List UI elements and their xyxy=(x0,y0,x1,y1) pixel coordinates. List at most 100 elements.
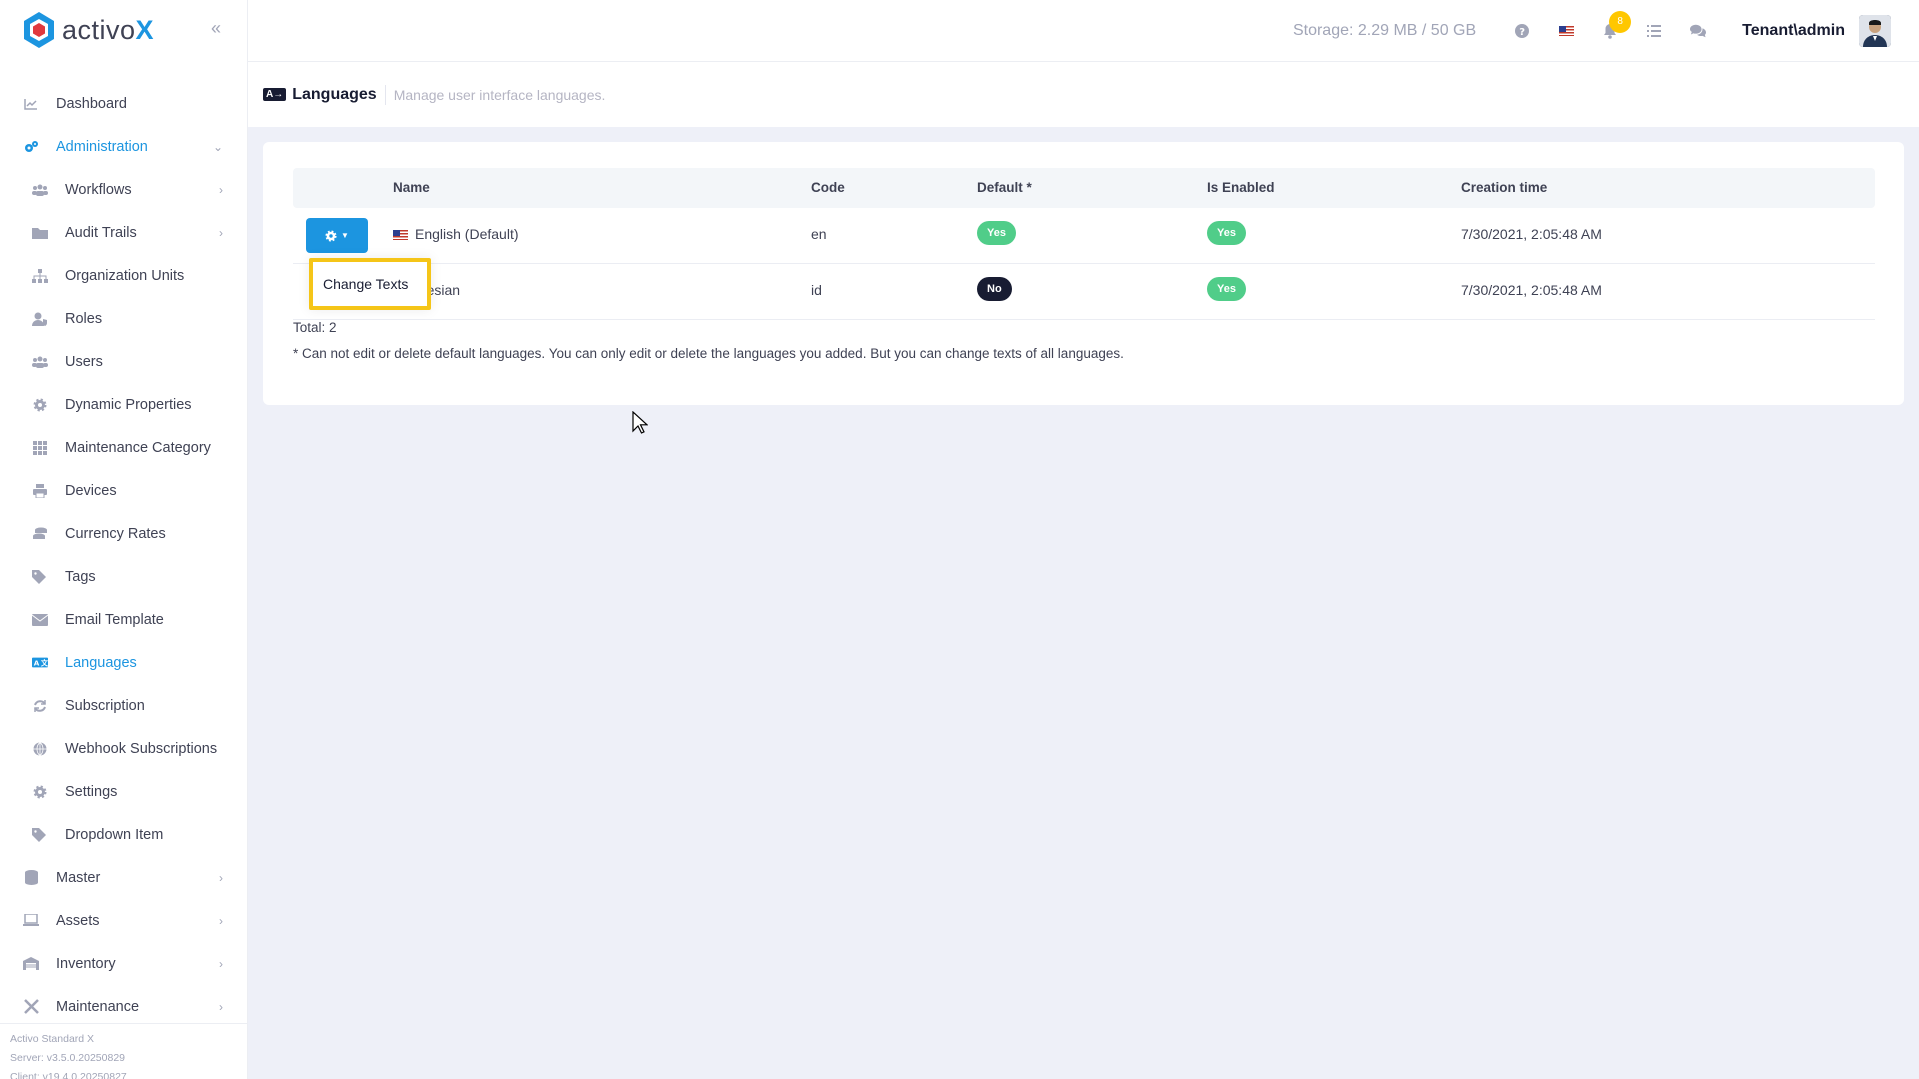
default-badge: Yes xyxy=(977,221,1016,245)
language-flag-icon[interactable] xyxy=(1558,23,1574,39)
sidebar-item-audit-trails[interactable]: Audit Trails › xyxy=(0,211,247,254)
change-texts-menu-item[interactable]: Change Texts xyxy=(323,276,408,292)
page-title-text: Languages xyxy=(292,85,377,103)
activo-logo-icon xyxy=(24,12,54,48)
caret-down-icon: ▼ xyxy=(341,231,349,240)
sidebar-item-master[interactable]: Master › xyxy=(0,856,247,899)
sidebar-item-roles[interactable]: Roles xyxy=(0,297,247,340)
divider xyxy=(384,84,386,105)
sidebar-item-settings[interactable]: Settings xyxy=(0,770,247,813)
column-header-name[interactable]: Name xyxy=(393,180,430,195)
page-title: A→ Languages xyxy=(263,86,377,104)
sidebar-item-inventory[interactable]: Inventory › xyxy=(0,942,247,985)
bell-icon[interactable]: 8 xyxy=(1602,10,1632,39)
sidebar-item-label: Dashboard xyxy=(56,95,127,112)
sidebar-item-organization-units[interactable]: Organization Units xyxy=(0,254,247,297)
sidebar-item-dropdown-item[interactable]: Dropdown Item xyxy=(0,813,247,856)
gear-icon xyxy=(32,397,48,413)
table-row: onesian id No Yes 7/30/2021, 2:05:48 AM xyxy=(293,264,1875,320)
creation-time-cell: 7/30/2021, 2:05:48 AM xyxy=(1461,282,1602,298)
svg-text:A: A xyxy=(34,659,40,668)
sidebar-item-label: Master xyxy=(56,869,101,886)
default-badge: No xyxy=(977,277,1012,301)
subheader: A→ Languages Manage user interface langu… xyxy=(248,62,1919,127)
sidebar-item-subscription[interactable]: Subscription xyxy=(0,684,247,727)
sidebar-item-dashboard[interactable]: Dashboard xyxy=(0,82,247,125)
sidebar-item-workflows[interactable]: Workflows › xyxy=(0,168,247,211)
avatar[interactable] xyxy=(1859,14,1891,47)
enabled-badge: Yes xyxy=(1207,277,1246,301)
column-header-code[interactable]: Code xyxy=(811,180,845,195)
column-header-creation-time[interactable]: Creation time xyxy=(1461,180,1547,195)
us-flag-icon xyxy=(393,230,408,241)
user-menu[interactable]: Tenant\admin xyxy=(1742,22,1845,40)
gear-icon xyxy=(325,229,337,242)
chevron-right-icon: › xyxy=(219,956,223,971)
tags-icon xyxy=(32,569,48,585)
sidebar-item-label: Audit Trails xyxy=(65,224,137,241)
sidebar-item-label: Roles xyxy=(65,310,103,327)
sidebar-item-label: Subscription xyxy=(65,697,145,714)
column-header-is-enabled[interactable]: Is Enabled xyxy=(1207,180,1275,195)
sidebar-item-label: Assets xyxy=(56,912,100,929)
chevron-right-icon: › xyxy=(219,870,223,885)
laptop-icon xyxy=(23,913,39,929)
server-version: Server: v3.5.0.20250829 xyxy=(10,1052,125,1064)
user-shield-icon xyxy=(32,311,48,327)
language-code-cell: en xyxy=(811,226,827,242)
sidebar-item-label: Settings xyxy=(65,783,118,800)
brand[interactable]: activoX « xyxy=(0,0,247,60)
chart-icon xyxy=(23,96,39,112)
sidebar-item-devices[interactable]: Devices xyxy=(0,469,247,512)
list-icon[interactable] xyxy=(1646,23,1662,39)
sidebar-item-webhook-subscriptions[interactable]: Webhook Subscriptions xyxy=(0,727,247,770)
sidebar-item-users[interactable]: Users xyxy=(0,340,247,383)
sidebar-item-maintenance[interactable]: Maintenance › xyxy=(0,985,247,1028)
sidebar-item-label: Maintenance Category xyxy=(65,439,211,456)
sidebar-item-maintenance-category[interactable]: Maintenance Category xyxy=(0,426,247,469)
table-row: ▼ English (Default) en Yes Yes 7/30/2021… xyxy=(293,208,1875,264)
sidebar-item-label: Maintenance xyxy=(56,998,140,1015)
product-name: Activo Standard X xyxy=(10,1033,95,1045)
brand-name: activoX xyxy=(62,14,155,45)
printer-icon xyxy=(32,483,48,499)
topbar: Storage: 2.29 MB / 50 GB ? 8 Tenant\admi… xyxy=(248,0,1919,62)
help-icon[interactable]: ? xyxy=(1514,23,1530,39)
table-header: Name Code Default * Is Enabled Creation … xyxy=(293,168,1875,208)
collapse-sidebar-icon[interactable]: « xyxy=(211,18,221,39)
chat-icon[interactable] xyxy=(1690,23,1707,39)
sidebar-item-label: Tags xyxy=(65,568,96,585)
tools-icon xyxy=(23,999,39,1015)
sidebar-item-tags[interactable]: Tags xyxy=(0,555,247,598)
version-info: Activo Standard X Server: v3.5.0.2025082… xyxy=(0,1023,247,1079)
sidebar-nav: Dashboard Administration ⌄ Workflows › A… xyxy=(0,60,247,1028)
language-icon: A文 xyxy=(32,655,48,671)
sidebar-item-currency-rates[interactable]: Currency Rates xyxy=(0,512,247,555)
sidebar-item-label: Currency Rates xyxy=(65,525,166,542)
refresh-icon xyxy=(32,698,48,714)
sidebar-item-label: Administration xyxy=(56,138,148,155)
client-version: Client: v19.4.0.20250827 xyxy=(10,1071,127,1079)
svg-text:?: ? xyxy=(1519,27,1525,38)
sidebar-item-administration[interactable]: Administration ⌄ xyxy=(0,125,247,168)
sidebar-item-languages[interactable]: A文 Languages xyxy=(0,641,247,684)
chevron-right-icon: › xyxy=(219,999,223,1014)
column-header-default[interactable]: Default * xyxy=(977,180,1032,195)
sidebar-item-email-template[interactable]: Email Template xyxy=(0,598,247,641)
globe-icon xyxy=(32,741,48,757)
coins-icon xyxy=(32,526,48,542)
sidebar-item-dynamic-properties[interactable]: Dynamic Properties xyxy=(0,383,247,426)
languages-card: Name Code Default * Is Enabled Creation … xyxy=(263,142,1904,405)
chevron-down-icon: ⌄ xyxy=(212,139,223,154)
warehouse-icon xyxy=(23,956,39,972)
sidebar-item-assets[interactable]: Assets › xyxy=(0,899,247,942)
creation-time-cell: 7/30/2021, 2:05:48 AM xyxy=(1461,226,1602,242)
enabled-badge: Yes xyxy=(1207,221,1246,245)
language-icon: A→ xyxy=(263,88,287,101)
row-actions-button[interactable]: ▼ xyxy=(306,218,368,253)
table-total: Total: 2 xyxy=(293,320,337,335)
database-icon xyxy=(23,870,39,886)
language-code-cell: id xyxy=(811,282,822,298)
grid-icon xyxy=(32,440,48,456)
users-icon xyxy=(32,354,48,370)
